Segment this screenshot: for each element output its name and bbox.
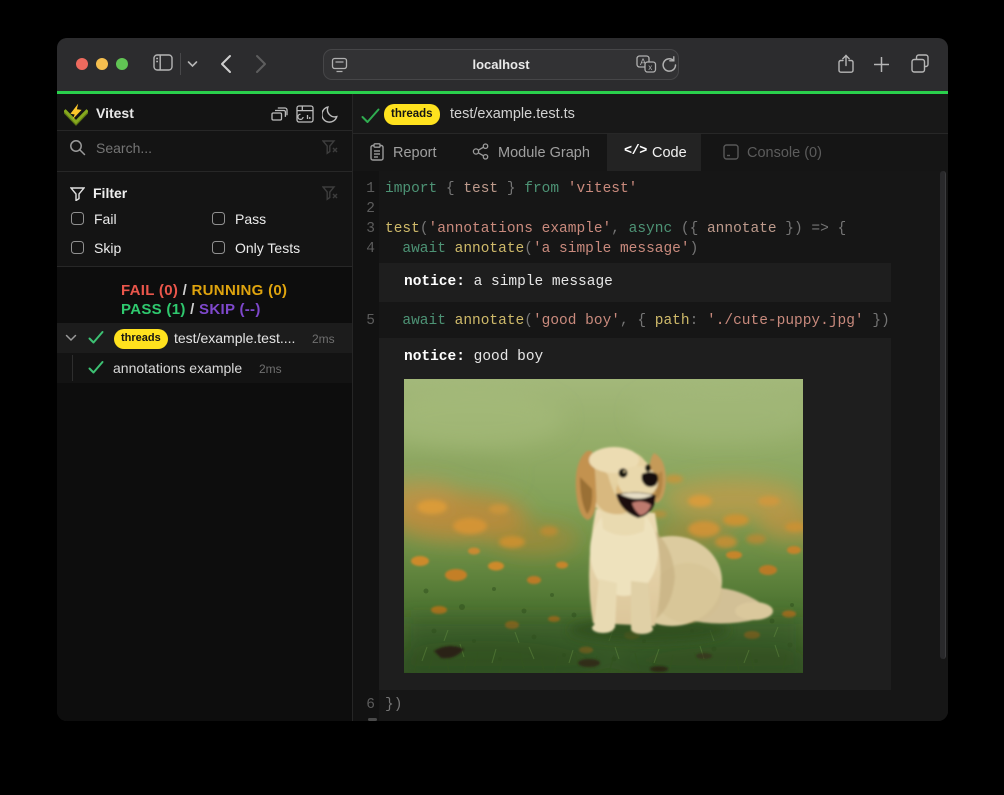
svg-text:x: x — [648, 63, 652, 72]
